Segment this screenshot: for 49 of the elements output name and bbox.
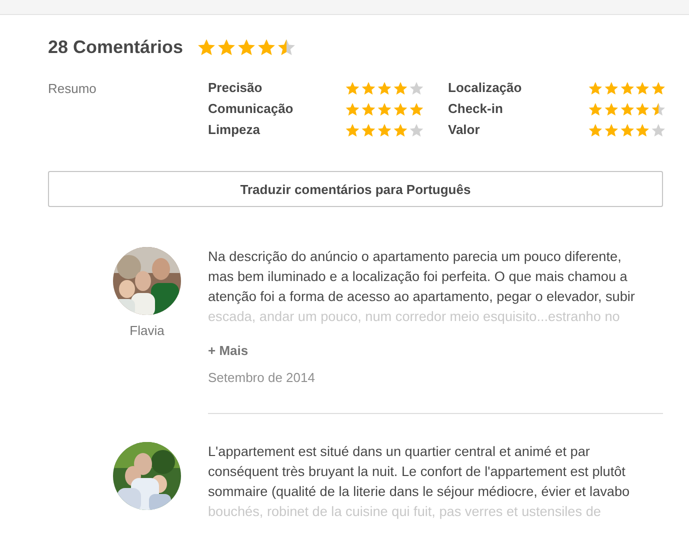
star-icon: [651, 122, 666, 138]
star-icon: [377, 102, 392, 116]
review-date: Setembro de 2014: [208, 370, 316, 385]
star-icon: [345, 122, 360, 138]
star-icon: [588, 122, 603, 138]
category-name: Comunicação: [208, 100, 294, 118]
reviews-title: 28 Comentários: [48, 36, 184, 58]
star-icon: [197, 38, 216, 56]
star-icon: [393, 102, 408, 116]
star-icon: [377, 122, 392, 138]
more-link[interactable]: + Mais: [208, 343, 663, 358]
category-name: Valor: [448, 121, 481, 139]
star-icon: [393, 122, 408, 138]
star-icon: [604, 102, 619, 116]
star-icon: [409, 80, 424, 96]
star-icon: [361, 122, 376, 138]
star-icon: [345, 102, 360, 116]
star-icon: [604, 80, 619, 96]
star-icon: [257, 38, 276, 56]
star-icon: [604, 122, 619, 138]
summary-label: Resumo: [48, 80, 98, 96]
star-icon: [277, 38, 296, 56]
category-name: Precisão: [208, 79, 264, 97]
review-text: L'appartement est situé dans un quartier central et animé et par conséquent très bruyant la nuit. Le confort de l'appartement est plutôt sommaire (qualité de la literie dans le séjour médiocre, évier et lavabo: [208, 443, 631, 501]
star-icon: [409, 102, 424, 116]
star-icon: [588, 102, 603, 116]
star-icon: [620, 102, 634, 116]
star-icon: [635, 102, 650, 116]
star-icon: [393, 80, 408, 96]
star-icon: [409, 122, 424, 138]
star-icon: [377, 80, 392, 96]
author-name: Flavia: [130, 323, 164, 338]
star-icon: [651, 80, 666, 96]
star-icon: [635, 122, 650, 138]
review-text: Na descrição do anúncio o apartamento parecia um pouco diferente, mas bem iluminado e a localização foi perfeita. O que mais chamou a atenção foi a forma de acesso ao apartamento, pegar o elevador, subir: [208, 248, 636, 306]
star-icon: [361, 102, 376, 116]
star-icon: [635, 80, 650, 96]
category-name: Limpeza: [208, 121, 262, 139]
star-icon: [361, 80, 376, 96]
star-icon: [345, 80, 360, 96]
star-icon: [237, 38, 256, 56]
translate-button[interactable]: Traduzir comentários para Português: [48, 171, 663, 207]
category-name: Localização: [448, 79, 523, 97]
category-name: Check-in: [448, 100, 504, 118]
star-icon: [620, 122, 634, 138]
star-icon: [651, 102, 666, 116]
star-icon: [620, 80, 634, 96]
star-icon: [588, 80, 603, 96]
star-icon: [217, 38, 236, 56]
